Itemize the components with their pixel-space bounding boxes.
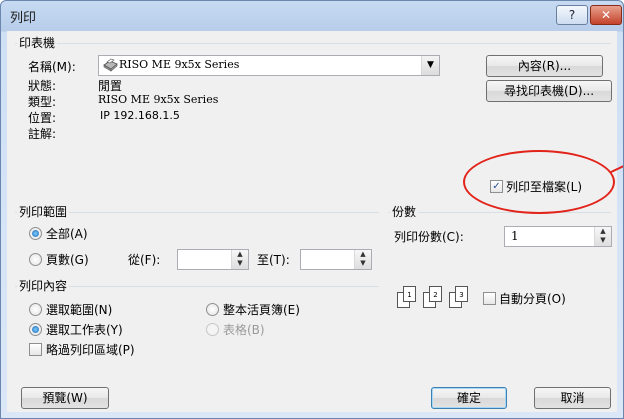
status-label: 狀態: <box>28 79 57 93</box>
annotation-highlight-ellipse <box>463 150 615 214</box>
entire-workbook-label: 整本活頁簿(E) <box>223 303 300 317</box>
printer-name-value: RISO ME 9x5x Series <box>119 58 240 71</box>
range-group-divider <box>15 212 379 213</box>
entire-workbook-radio[interactable] <box>206 303 219 316</box>
printer-name-dropdown[interactable]: RISO ME 9x5x Series ▼ <box>98 55 440 76</box>
range-to-label: 至(T): <box>257 253 290 267</box>
range-pages-label: 頁數(G) <box>46 253 89 267</box>
range-from-spinner[interactable]: ▲ ▼ <box>177 249 249 270</box>
status-value: 閒置 <box>98 79 123 93</box>
preview-button[interactable]: 預覽(W) <box>21 387 109 409</box>
ignore-print-areas-checkbox[interactable] <box>29 343 42 356</box>
location-value: IP 192.168.1.5 <box>100 109 180 122</box>
selection-label: 選取範圍(N) <box>46 303 113 317</box>
collate-pages-icon: 1 2 3 <box>397 286 475 312</box>
range-to-spinner[interactable]: ▲ ▼ <box>300 249 372 270</box>
spinner-arrows-icon[interactable]: ▲ ▼ <box>594 227 611 246</box>
range-all-radio[interactable] <box>29 227 42 240</box>
printer-icon <box>103 58 118 72</box>
comment-label: 註解: <box>28 127 57 141</box>
window-title: 列印 <box>10 11 37 26</box>
type-label: 類型: <box>28 95 57 109</box>
help-button[interactable]: ? <box>556 5 588 25</box>
content-group-title: 列印內容 <box>17 277 70 294</box>
printer-name-label: 名稱(M): <box>28 60 76 74</box>
spinner-arrows-icon[interactable]: ▲ ▼ <box>354 250 371 269</box>
find-printer-button[interactable]: 尋找印表機(D)... <box>486 80 612 102</box>
collate-checkbox[interactable] <box>483 292 496 305</box>
dialog-body: 印表機 名稱(M): RISO ME 9x5x Series ▼ 內容(R)..… <box>7 31 617 412</box>
printer-group-title: 印表機 <box>17 34 58 51</box>
selection-radio[interactable] <box>29 303 42 316</box>
properties-button[interactable]: 內容(R)... <box>486 55 603 77</box>
range-pages-radio[interactable] <box>29 253 42 266</box>
chevron-down-icon[interactable]: ▼ <box>421 56 439 75</box>
copies-group-divider <box>388 212 611 213</box>
table-label: 表格(B) <box>223 323 265 337</box>
cancel-button[interactable]: 取消 <box>534 387 611 409</box>
active-sheets-radio[interactable] <box>29 323 42 336</box>
copies-count-spinner[interactable]: 1 ▲ ▼ <box>504 226 612 247</box>
spinner-arrows-icon[interactable]: ▲ ▼ <box>231 250 248 269</box>
ignore-print-areas-label: 略過列印區域(P) <box>46 343 135 357</box>
copies-group-title: 份數 <box>390 203 419 220</box>
content-group-divider <box>15 286 379 287</box>
type-value: RISO ME 9x5x Series <box>98 93 219 106</box>
table-radio <box>206 323 219 336</box>
collate-label: 自動分頁(O) <box>499 292 566 306</box>
copies-count-value: 1 <box>511 229 519 243</box>
active-sheets-label: 選取工作表(Y) <box>46 323 123 337</box>
range-group-title: 列印範圍 <box>17 203 70 220</box>
close-button[interactable]: ✕ <box>590 5 622 25</box>
title-bar: 列印 ? ✕ <box>1 1 623 31</box>
copies-count-label: 列印份數(C): <box>394 230 464 244</box>
location-label: 位置: <box>28 111 57 125</box>
print-dialog: 列印 ? ✕ 印表機 名稱(M): RISO ME 9x5x Series ▼ … <box>0 0 624 419</box>
ok-button[interactable]: 確定 <box>431 387 507 409</box>
range-all-label: 全部(A) <box>46 227 88 241</box>
printer-group-divider <box>15 43 611 44</box>
range-from-label: 從(F): <box>128 253 161 267</box>
